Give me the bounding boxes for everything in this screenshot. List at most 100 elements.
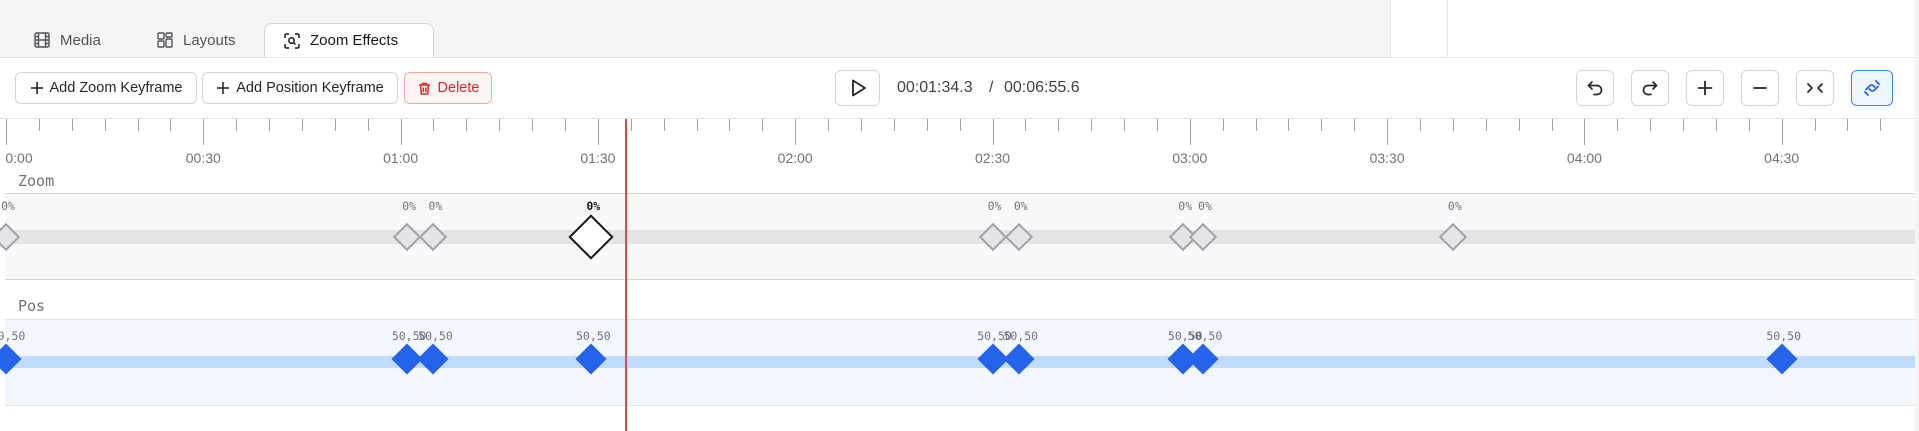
timeline-ruler[interactable]: 0:00 00:30 01:00 01:30 02:00 02:30 03:00 03:30 0… [0, 119, 1915, 169]
ruler-time-label: 04:00 [1566, 150, 1602, 166]
ruler-minor-tick [367, 119, 369, 131]
ruler-minor-tick [1419, 119, 1421, 131]
ruler-minor-tick [499, 119, 501, 131]
zoom-out-icon [1753, 87, 1767, 89]
ruler-minor-tick [1288, 119, 1290, 131]
pos-keyframe-value: 50,50 [576, 329, 611, 343]
ruler-time-label: 02:00 [777, 150, 813, 166]
play-button[interactable] [835, 70, 880, 106]
pos-keyframe-value: 50,50 [1187, 329, 1223, 343]
ruler-minor-tick [630, 119, 632, 131]
ruler-minor-tick [137, 119, 139, 131]
ruler-major-tick [795, 119, 797, 145]
ruler-time-label: 0:00 [5, 150, 33, 166]
zoom-keyframe-value: 0% [586, 199, 601, 213]
zoom-keyframe-value: 0% [1178, 199, 1193, 213]
total-duration: 00:06:55.6 [1004, 79, 1080, 96]
plus-icon [30, 82, 43, 94]
plus-icon [217, 82, 230, 94]
add-zoom-keyframe-button[interactable]: Add Zoom Keyframe [15, 72, 197, 104]
ruler-major-tick [6, 119, 7, 145]
ruler-minor-tick [170, 119, 172, 131]
ruler-minor-tick [1452, 119, 1454, 131]
tab-label: Layouts [183, 31, 236, 49]
pos-keyframe-value: 50,50 [1003, 329, 1039, 343]
ruler-minor-tick [1124, 119, 1126, 131]
ruler-minor-tick [828, 119, 830, 131]
play-icon [851, 79, 866, 97]
undo-icon [1587, 81, 1603, 96]
ruler-minor-tick [236, 119, 238, 131]
zoom-out-button[interactable] [1741, 70, 1779, 106]
current-time: 00:01:34.3 [897, 79, 973, 96]
ruler-minor-tick [269, 119, 271, 131]
zoom-keyframe-value: 0% [1198, 199, 1212, 213]
ruler-minor-tick [334, 119, 336, 131]
ruler-minor-tick [433, 119, 435, 131]
ruler-minor-tick [1321, 119, 1323, 131]
ruler-time-label: 03:00 [1172, 150, 1208, 166]
ruler-minor-tick [860, 119, 862, 131]
time-separator: / [989, 79, 994, 96]
ruler-minor-tick [663, 119, 665, 131]
ruler-major-tick [400, 119, 402, 145]
delete-button[interactable]: Delete [404, 72, 492, 104]
ruler-minor-tick [38, 119, 40, 131]
tab-label: Zoom Effects [310, 32, 399, 49]
ruler-minor-tick [1847, 119, 1849, 131]
layout-grid-icon [157, 32, 173, 48]
ruler-minor-tick [1091, 119, 1093, 131]
undo-button[interactable] [1576, 70, 1614, 106]
zoom-keyframe-value: 0% [1447, 199, 1462, 213]
timeline-footer [0, 406, 1915, 431]
zoom-in-icon [1697, 80, 1713, 96]
ruler-minor-tick [104, 119, 106, 131]
ruler-minor-tick [1058, 119, 1060, 131]
fit-to-view-button[interactable] [1796, 70, 1834, 106]
tab-media[interactable]: Media [15, 23, 140, 57]
ruler-minor-tick [1551, 119, 1553, 131]
ruler-time-label: 00:30 [185, 150, 221, 166]
redo-button[interactable] [1631, 70, 1669, 106]
playhead[interactable] [625, 119, 628, 431]
zoom-keyframe-value: 0% [428, 199, 443, 213]
add-position-keyframe-button[interactable]: Add Position Keyframe [202, 72, 398, 104]
zoom-in-button[interactable] [1686, 70, 1724, 106]
fit-icon [1807, 83, 1823, 93]
panel-divider [1390, 0, 1391, 57]
ruler-minor-tick [1880, 119, 1882, 131]
tab-zoom-effects[interactable]: Zoom Effects [264, 23, 434, 57]
ruler-minor-tick [926, 119, 928, 131]
ruler-major-tick [1189, 119, 1191, 145]
snap-toggle-button[interactable] [1851, 70, 1893, 106]
ruler-minor-tick [1650, 119, 1652, 131]
ruler-major-tick [992, 119, 994, 145]
ruler-minor-tick [565, 119, 567, 131]
tab-layouts[interactable]: Layouts [138, 23, 268, 57]
snap-icon [1864, 80, 1880, 96]
zoom-keyframe-value: 0% [987, 199, 1002, 213]
ruler-time-label: 03:30 [1369, 150, 1405, 166]
timeline-toolbar: Add Zoom Keyframe Add Position Keyframe … [0, 57, 1915, 119]
redo-icon [1642, 81, 1658, 96]
ruler-minor-tick [532, 119, 534, 131]
ruler-major-tick [1584, 119, 1586, 145]
button-label: Add Position Keyframe [236, 80, 384, 96]
ruler-time-label: 04:30 [1764, 150, 1800, 166]
pos-track-label: Pos [18, 297, 46, 315]
ruler-time-label: 01:00 [383, 150, 419, 166]
ruler-minor-tick [696, 119, 698, 131]
ruler-minor-tick [729, 119, 731, 131]
ruler-major-tick [1387, 119, 1389, 145]
ruler-minor-tick [1617, 119, 1619, 131]
pos-keyframe-value: 50,50 [418, 329, 453, 343]
button-label: Delete [437, 80, 480, 96]
ruler-minor-tick [1354, 119, 1356, 131]
ruler-minor-tick [1748, 119, 1750, 131]
ruler-minor-tick [466, 119, 468, 131]
ruler-minor-tick [1222, 119, 1224, 131]
pos-keyframe-value: 50,50 [0, 329, 26, 343]
ruler-minor-tick [301, 119, 303, 131]
ruler-minor-tick [1518, 119, 1520, 131]
ruler-time-label: 01:30 [580, 150, 616, 166]
